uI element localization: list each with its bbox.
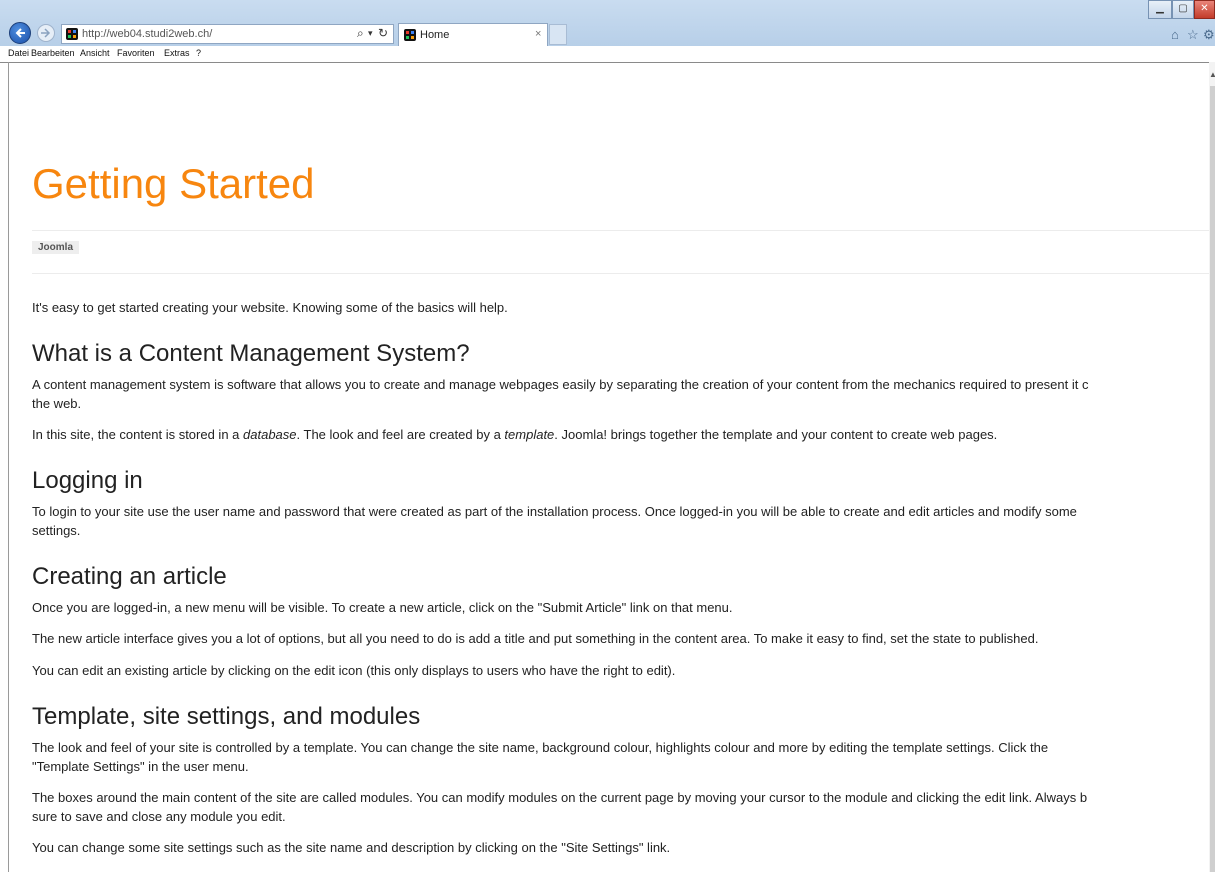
divider [32,273,1209,274]
forward-arrow-icon[interactable] [37,24,55,42]
favorites-star-icon[interactable]: ☆ [1187,27,1199,43]
site-favicon-icon [66,28,78,40]
paragraph: In this site, the content is stored in a… [32,425,997,444]
settings-gear-icon[interactable]: ⚙ [1203,27,1215,43]
chevron-down-icon[interactable]: ▾ [368,28,373,39]
paragraph: You can change some site settings such a… [32,840,671,855]
browser-tab-home[interactable]: Home × [398,23,548,46]
paragraph: "Template Settings" in the user menu. [32,759,249,774]
section-heading-creating-article: Creating an article [32,563,227,590]
viewport-border [8,62,9,872]
paragraph: sure to save and close any module you ed… [32,809,286,824]
scrollbar-thumb[interactable] [1210,86,1215,872]
paragraph-text: . The look and feel are created by a [296,427,505,442]
tab-favicon-icon [404,29,416,41]
url-text[interactable]: http://web04.studi2web.ch/ [82,28,212,40]
menu-item-ansicht[interactable]: Ansicht [80,48,110,58]
paragraph-text: . Joomla! brings together the template a… [554,427,998,442]
address-bar[interactable]: http://web04.studi2web.ch/ ⌕ ▾ ↻ [61,24,394,44]
page-title: Getting Started [32,160,315,207]
minimize-window-button[interactable]: ▁ [1148,0,1172,19]
paragraph: settings. [32,523,81,538]
paragraph: The new article interface gives you a lo… [32,631,1039,646]
paragraph: Once you are logged-in, a new menu will … [32,600,733,615]
maximize-window-button[interactable]: ▢ [1172,0,1194,19]
refresh-icon[interactable]: ↻ [378,26,388,40]
scroll-up-icon[interactable]: ▲ [1209,70,1215,79]
browser-titlebar: http://web04.studi2web.ch/ ⌕ ▾ ↻ Home × … [0,0,1215,46]
tab-title[interactable]: Home [420,29,449,41]
divider [32,230,1209,231]
tag-badge[interactable]: Joomla [32,241,80,254]
menu-item-help[interactable]: ? [196,48,201,58]
paragraph: To login to your site use the user name … [32,504,1077,519]
paragraph: A content management system is software … [32,377,1089,392]
emphasis-database: database [243,427,297,442]
home-icon[interactable]: ⌂ [1171,27,1179,42]
tab-close-icon[interactable]: × [535,28,541,40]
menu-item-favoriten[interactable]: Favoriten [117,48,155,58]
paragraph: You can edit an existing article by clic… [32,663,676,678]
section-heading-logging-in: Logging in [32,467,143,494]
menu-item-bearbeiten[interactable]: Bearbeiten [31,48,75,58]
intro-paragraph: It's easy to get started creating your w… [32,300,508,315]
menu-item-datei[interactable]: Datei [8,48,29,58]
close-window-button[interactable]: ✕ [1194,0,1215,19]
paragraph-text: In this site, the content is stored in a [32,427,244,442]
search-icon[interactable]: ⌕ [357,26,364,41]
emphasis-template: template [504,427,555,442]
menu-item-extras[interactable]: Extras [164,48,190,58]
paragraph: the web. [32,396,82,411]
paragraph: The look and feel of your site is contro… [32,740,1049,755]
section-heading-template-settings: Template, site settings, and modules [32,703,421,730]
menu-bar: Datei Bearbeiten Ansicht Favoriten Extra… [0,46,1215,63]
paragraph: The boxes around the main content of the… [32,790,1088,805]
back-arrow-icon[interactable] [9,22,31,44]
section-heading-cms: What is a Content Management System? [32,340,470,367]
new-tab-button[interactable] [549,24,567,45]
vertical-scrollbar[interactable]: ▲ [1209,62,1215,872]
